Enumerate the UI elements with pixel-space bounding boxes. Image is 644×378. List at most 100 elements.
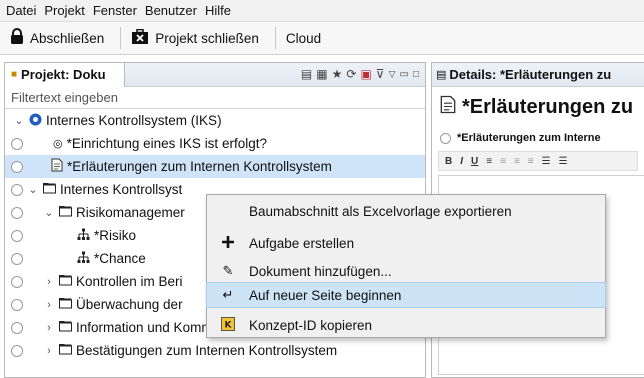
lock-button[interactable]: Abschließen [10,26,110,50]
expand-all-icon[interactable]: ▦ [316,67,327,81]
close-project-icon [131,28,149,48]
details-icon: ▤ [436,69,447,81]
status-radio[interactable] [11,137,23,150]
menu-item-label: Konzept-ID kopieren [249,317,373,333]
ordered-list-icon[interactable]: ☰ [542,156,551,167]
document-icon [440,95,456,120]
tree-node-label: Internes Kontrollsystem (IKS) [46,113,222,128]
project-tab-title: Projekt: Doku [21,67,106,82]
tree-node-label: Überwachung der [76,297,183,312]
tree-node-label: Bestätigungen zum Internen Kontrollsyste… [76,343,338,358]
status-radio[interactable] [440,132,451,144]
chevron-right-icon[interactable]: › [43,276,55,288]
filter-input[interactable]: Filtertext eingeben [5,87,425,109]
folder-icon [59,297,72,312]
tree-node-label: *Chance [94,251,146,266]
align-right-icon[interactable]: ≡ [514,156,520,167]
chevron-down-icon[interactable]: ⌄ [27,183,39,196]
menu-item-export-excel[interactable]: Baumabschnitt als Excelvorlage exportier… [207,199,605,223]
close-project-button[interactable]: Projekt schließen [131,26,265,50]
italic-button[interactable]: I [460,156,463,167]
tree-node-einrichtung[interactable]: ◎ *Einrichtung eines IKS ist erfolgt? [5,132,425,155]
chevron-right-icon[interactable]: › [43,345,55,357]
details-subtitle: *Erläuterungen zum Interne [432,127,644,149]
toolbar-separator [274,27,276,49]
menu-benutzer[interactable]: Benutzer [145,3,197,18]
tree-node-erlaeuterungen[interactable]: *Erläuterungen zum Internen Kontrollsyst… [5,155,425,178]
menu-projekt[interactable]: Projekt [44,3,84,18]
tree-node-label: Internes Kontrollsyst [60,182,183,197]
cloud-button[interactable]: Cloud [286,26,327,50]
menu-hilfe[interactable]: Hilfe [205,3,231,18]
question-icon: ◎ [53,138,63,150]
tree-node-iks[interactable]: ⌄ Internes Kontrollsystem (IKS) [5,109,425,132]
status-radio[interactable] [11,229,23,242]
tree-node-bestaetigungen[interactable]: › Bestätigungen zum Internen Kontrollsys… [5,339,425,362]
details-panel-header[interactable]: ▤ Details: *Erläuterungen zu [432,63,644,87]
hierarchy-icon [77,228,90,244]
filter-icon[interactable]: ⊽ [376,67,385,81]
collapse-all-icon[interactable]: ▤ [301,67,312,81]
bullet-list-icon[interactable]: ☰ [559,156,568,167]
chevron-down-icon[interactable]: ⌄ [43,206,55,219]
close-project-label: Projekt schließen [155,30,259,46]
chevron-right-icon[interactable]: › [43,322,55,334]
status-radio[interactable] [11,160,23,173]
menu-fenster[interactable]: Fenster [93,3,137,18]
paperclip-icon: ✎ [222,263,234,278]
menu-item-create-task[interactable]: Aufgabe erstellen [207,231,605,255]
status-radio[interactable] [11,275,23,288]
status-radio[interactable] [11,298,23,311]
chevron-down-icon[interactable]: ⌄ [13,114,25,127]
svg-text:K: K [225,320,233,330]
folder-icon [59,274,72,289]
star-icon[interactable]: ★ [332,67,343,81]
format-toolbar: B I U ≡ ≡ ≡ ≡ ☰ ☰ [438,151,638,171]
chevron-right-icon[interactable]: › [43,299,55,311]
plus-icon [219,235,237,252]
refresh-icon[interactable]: ⟳ [346,67,356,81]
menu-item-label: Auf neuer Seite beginnen [249,287,402,303]
bold-button[interactable]: B [445,156,452,167]
page-break-icon: ↵ [222,287,234,302]
underline-button[interactable]: U [471,156,478,167]
minimize-icon[interactable]: ▭ [400,69,409,80]
image-icon[interactable]: ▣ [360,67,371,81]
justify-icon[interactable]: ≡ [528,156,534,167]
menu-item-label: Aufgabe erstellen [249,235,355,251]
menu-item-label: Baumabschnitt als Excelvorlage exportier… [249,203,512,219]
status-radio[interactable] [11,206,23,219]
iks-globe-icon [29,113,42,129]
project-icon: ■ [11,69,18,80]
menu-item-copy-id[interactable]: K Konzept-ID kopieren [207,313,605,337]
details-title: *Erläuterungen zu [432,87,644,127]
details-subtitle-text: *Erläuterungen zum Interne [457,132,601,144]
status-radio[interactable] [11,252,23,265]
lock-label: Abschließen [30,30,105,46]
menu-item-label: Dokument hinzufügen... [249,263,392,279]
align-center-icon[interactable]: ≡ [500,156,506,167]
tab-project[interactable]: ■ Projekt: Doku [5,62,125,87]
document-icon [51,158,63,175]
menu-item-add-document[interactable]: ✎ Dokument hinzufügen... [207,259,605,283]
status-radio[interactable] [11,183,23,196]
status-radio[interactable] [11,344,23,357]
panel-actions: ▤ ▦ ★ ⟳ ▣ ⊽ ▽ ▭ □ [301,67,419,81]
tree-node-label: Kontrollen im Beri [76,274,183,289]
align-left-icon[interactable]: ≡ [486,156,492,167]
tree-node-label: Risikomanagemer [76,205,185,220]
tree-node-label: *Einrichtung eines IKS ist erfolgt? [66,136,267,151]
folder-icon [59,205,72,220]
menu-item-new-page[interactable]: ↵ Auf neuer Seite beginnen [206,282,606,308]
view-menu-icon[interactable]: ▽ [389,69,396,80]
status-radio[interactable] [11,321,23,334]
hierarchy-icon [77,251,90,267]
menu-bar: Datei Projekt Fenster Benutzer Hilfe [0,0,644,22]
toolbar-separator [120,27,122,49]
menu-datei[interactable]: Datei [6,3,36,18]
tree-node-label: *Risiko [94,228,137,243]
folder-icon [59,343,72,358]
cloud-label: Cloud [285,30,322,46]
lock-icon [10,28,24,48]
maximize-icon[interactable]: □ [413,69,419,80]
